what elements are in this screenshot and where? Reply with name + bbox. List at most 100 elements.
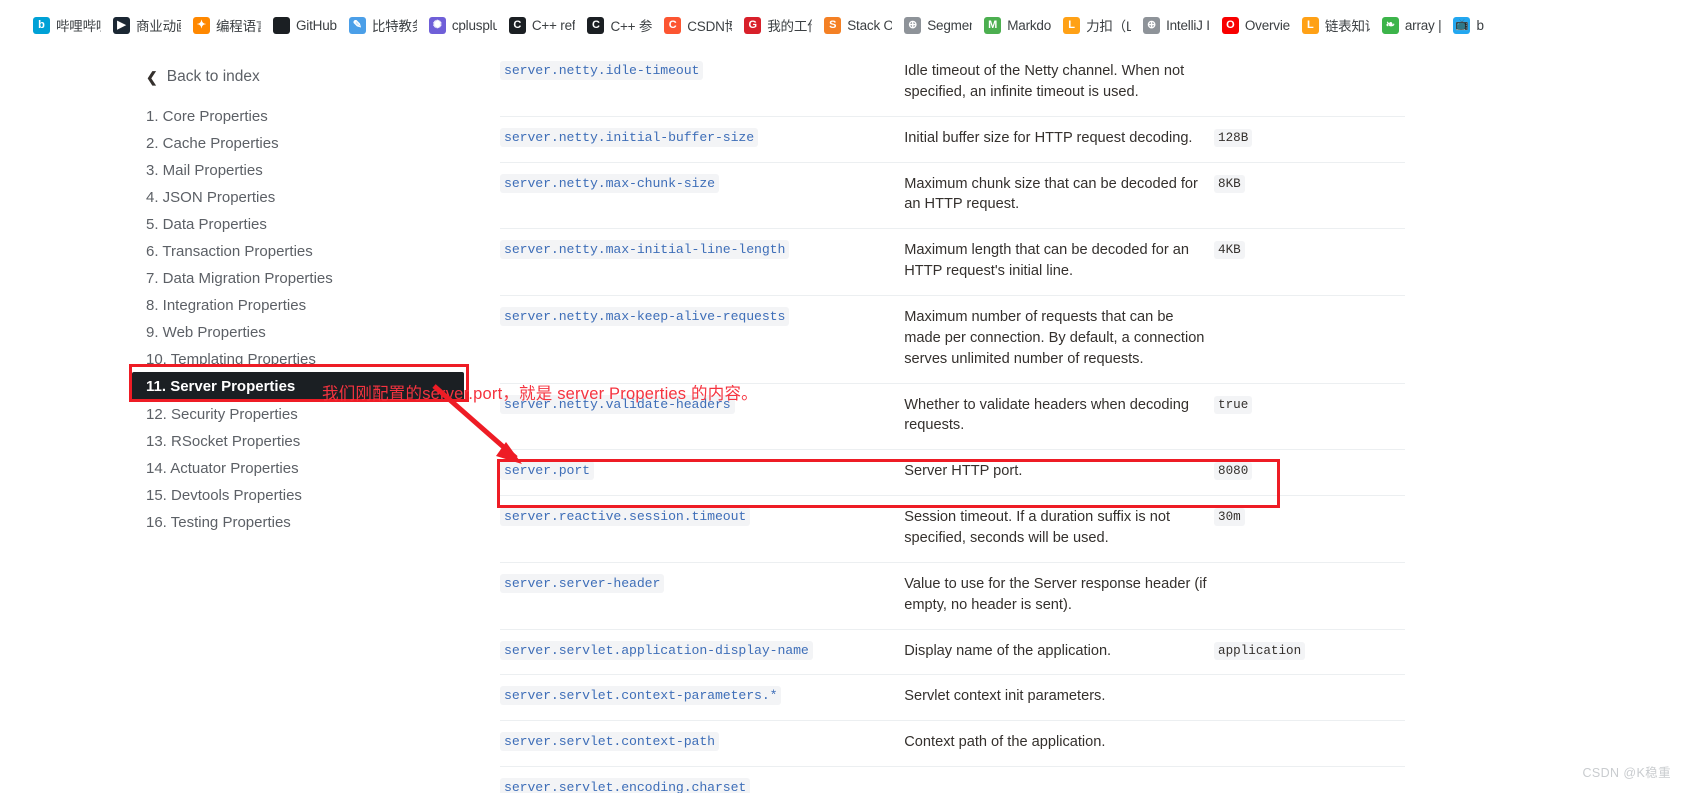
sidebar-item-core-properties[interactable]: 1. Core Properties: [0, 102, 510, 131]
property-key-link[interactable]: server.netty.max-chunk-size: [500, 173, 719, 193]
property-description-cell: Context path of the application.: [904, 721, 1214, 767]
table-row: server.netty.max-initial-line-length Maxi…: [500, 228, 1405, 296]
property-key-cell: server.netty.max-chunk-size: [500, 162, 904, 229]
bookmark-label: 编程语言: [216, 19, 261, 34]
bookmark-item[interactable]: ❧ array |: [1377, 10, 1447, 40]
property-key-cell: server.server-header: [500, 562, 904, 629]
bookmark-label: b: [1476, 17, 1484, 33]
bookmark-item[interactable]: S Stack O: [819, 10, 897, 40]
property-key-link[interactable]: server.server-header: [500, 573, 665, 593]
bookmark-item[interactable]: M Markdo: [979, 10, 1056, 40]
property-key-link[interactable]: server.netty.idle-timeout: [500, 61, 704, 80]
property-description: Value to use for the Server response hea…: [904, 575, 1207, 613]
bookmark-label: GitHub: [296, 17, 337, 33]
back-to-index-link[interactable]: ❮ Back to index: [146, 68, 260, 86]
property-key-link[interactable]: server.servlet.context-parameters.*: [500, 686, 782, 706]
bookmark-label: 比特教务: [371, 19, 417, 34]
property-description: Maximum number of requests that can be m…: [904, 309, 1205, 367]
property-description: Session timeout. If a duration suffix is…: [904, 509, 1171, 547]
bookmark-item[interactable]: ⊕ IntelliJ I: [1138, 10, 1215, 40]
property-key-link[interactable]: server.reactive.session.timeout: [500, 507, 751, 527]
leaf-icon: ❧: [1381, 16, 1399, 34]
bookmark-item[interactable]: ▶ 商业动画: [108, 10, 186, 40]
sidebar-item-mail-properties[interactable]: 3. Mail Properties: [0, 156, 510, 185]
property-key-link[interactable]: server.netty.initial-buffer-size: [500, 127, 759, 147]
property-description: Context path of the application.: [904, 734, 1106, 751]
csdn-icon: C: [664, 16, 682, 34]
bookmark-item[interactable]: b 哔哩哔哩: [28, 10, 106, 40]
stackoverflow-icon: S: [824, 16, 842, 34]
bookmark-label: 商业动画: [136, 19, 181, 34]
bookmark-item[interactable]: O Overvie: [1217, 10, 1295, 40]
property-key-link[interactable]: server.netty.max-keep-alive-requests: [500, 307, 790, 327]
property-key-link[interactable]: server.netty.max-initial-line-length: [500, 240, 790, 260]
table-row: server.netty.idle-timeout Idle timeout of…: [500, 50, 1405, 116]
sidebar-item-transaction-properties[interactable]: 6. Transaction Properties: [0, 237, 510, 266]
bookmark-item[interactable]: ⊕ Segmen: [899, 10, 977, 40]
table-row: server.servlet.context-parameters.* Servl…: [500, 674, 1405, 721]
property-key-link[interactable]: server.servlet.application-display-name: [500, 640, 813, 660]
bookmark-label: Segmen: [927, 17, 973, 33]
property-default-cell: true: [1214, 383, 1405, 450]
sidebar-item-integration-properties[interactable]: 8. Integration Properties: [0, 291, 510, 320]
property-default-value: 30m: [1214, 508, 1245, 527]
cppreference-icon: C: [508, 16, 526, 34]
bookmark-item[interactable]: C C++ ref: [504, 10, 581, 40]
property-key-cell: server.netty.initial-buffer-size: [500, 116, 904, 162]
oracle-icon: O: [1221, 16, 1239, 34]
bookmark-bar: b 哔哩哔哩 ▶ 商业动画 ✦ 编程语言 GitHub ✎ 比特教务 ✺ cplusplus C C++…: [0, 0, 1685, 50]
property-description-cell: Maximum number of requests that can be m…: [904, 296, 1214, 384]
bookmark-item[interactable]: L 链表知识: [1297, 10, 1375, 40]
property-key-link[interactable]: server.servlet.encoding.charset: [500, 778, 751, 793]
github-icon: [273, 16, 290, 34]
bookmark-item[interactable]: ✦ 编程语言: [188, 10, 266, 40]
bookmark-item[interactable]: C C++ 参: [582, 10, 657, 40]
bilibili-icon: b: [33, 16, 50, 34]
chevron-left-icon: ❮: [146, 69, 158, 85]
property-description: Server HTTP port.: [904, 463, 1023, 480]
bookmark-item[interactable]: ✺ cplusplus: [424, 10, 502, 40]
property-key-cell: server.netty.idle-timeout: [500, 50, 904, 116]
property-default-value: 8KB: [1214, 174, 1245, 193]
sidebar-item-data-properties[interactable]: 5. Data Properties: [0, 210, 510, 239]
property-description-cell: Session timeout. If a duration suffix is…: [904, 496, 1214, 563]
bilibili-icon: 📺: [1453, 16, 1471, 34]
sidebar-item-web-properties[interactable]: 9. Web Properties: [0, 318, 510, 347]
sidebar-item-templating-properties[interactable]: 10. Templating Properties: [0, 345, 510, 374]
sidebar-item-actuator-properties[interactable]: 14. Actuator Properties: [0, 454, 510, 483]
markdown-icon: M: [984, 16, 1002, 34]
bookmark-label: C++ 参: [610, 19, 653, 34]
bookmark-label: array |: [1404, 17, 1442, 33]
table-row: server.reactive.session.timeout Session t…: [500, 495, 1405, 563]
property-key-link[interactable]: server.servlet.context-path: [500, 732, 719, 752]
back-to-index-label: Back to index: [166, 68, 260, 85]
property-key-link[interactable]: server.port: [500, 461, 594, 481]
table-row: server.server-header Value to use for the…: [500, 562, 1405, 629]
bookmark-item[interactable]: 📺 b: [1448, 10, 1488, 40]
bookmark-item[interactable]: ✎ 比特教务: [344, 10, 422, 40]
gitee-icon: G: [744, 16, 762, 34]
property-description-cell: Maximum length that can be decoded for a…: [904, 229, 1214, 296]
bookmark-item[interactable]: GitHub: [268, 10, 342, 40]
property-default-cell: [1214, 767, 1405, 793]
bookmark-item[interactable]: L 力扣（L: [1058, 10, 1136, 40]
bookmark-item[interactable]: G 我的工作: [739, 10, 817, 40]
sidebar-item-json-properties[interactable]: 4. JSON Properties: [0, 183, 510, 212]
property-default-cell: 128B: [1214, 116, 1405, 162]
property-key-cell: server.servlet.context-path: [500, 721, 904, 767]
sidebar-item-security-properties[interactable]: 12. Security Properties: [0, 400, 510, 429]
property-default-cell: application: [1214, 629, 1405, 675]
bookmark-item[interactable]: C CSDN博: [659, 10, 737, 40]
code-icon: ✦: [193, 16, 210, 34]
sidebar-item-testing-properties[interactable]: 16. Testing Properties: [0, 508, 510, 537]
property-description: Servlet context init parameters.: [904, 688, 1106, 705]
property-description: Display name of the application.: [904, 642, 1112, 659]
sidebar-item-cache-properties[interactable]: 2. Cache Properties: [0, 129, 510, 158]
bookmark-label: Stack O: [847, 17, 893, 33]
sidebar-item-data-migration-properties[interactable]: 7. Data Migration Properties: [0, 264, 510, 293]
sidebar-item-rsocket-properties[interactable]: 13. RSocket Properties: [0, 427, 510, 456]
sidebar-nav: ❮ Back to index 1. Core Properties 2. Cac…: [0, 50, 510, 793]
bookmark-label: 力扣（L: [1086, 19, 1132, 34]
property-default-cell: [1214, 296, 1405, 384]
sidebar-item-devtools-properties[interactable]: 15. Devtools Properties: [0, 481, 510, 510]
